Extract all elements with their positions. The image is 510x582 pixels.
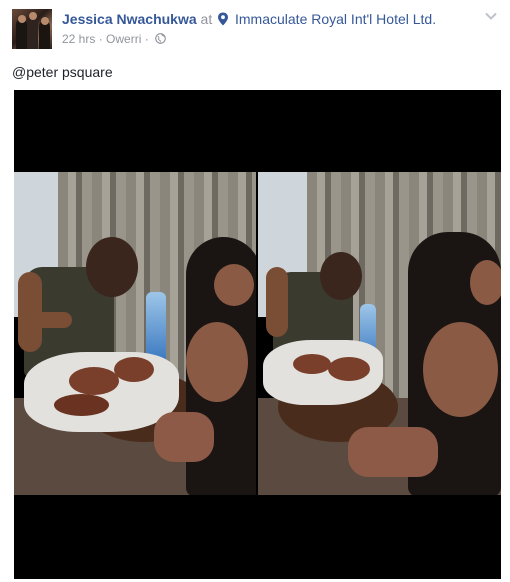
meta-separator: · — [98, 32, 103, 46]
photo-right-panel — [258, 172, 501, 495]
post-header: Jessica Nwachukwa at Immaculate Royal In… — [12, 9, 498, 51]
globe-icon[interactable] — [155, 33, 166, 44]
author-avatar[interactable] — [12, 9, 52, 49]
chevron-down-icon[interactable] — [484, 11, 498, 21]
at-label: at — [200, 11, 213, 27]
post-time-link[interactable]: 22 hrs — [62, 32, 95, 46]
place-label[interactable]: Owerri — [106, 32, 141, 46]
post-photo[interactable] — [14, 90, 501, 579]
post-caption: @peter psquare — [12, 64, 113, 80]
location-link[interactable]: Immaculate Royal Int'l Hotel Ltd. — [235, 11, 436, 27]
author-name-link[interactable]: Jessica Nwachukwa — [62, 11, 197, 27]
feed-post: Jessica Nwachukwa at Immaculate Royal In… — [0, 0, 510, 582]
post-meta: Jessica Nwachukwa at Immaculate Royal In… — [62, 10, 468, 46]
meta-separator: · — [144, 32, 149, 46]
photo-left-panel — [14, 172, 256, 495]
location-pin-icon — [218, 12, 229, 26]
